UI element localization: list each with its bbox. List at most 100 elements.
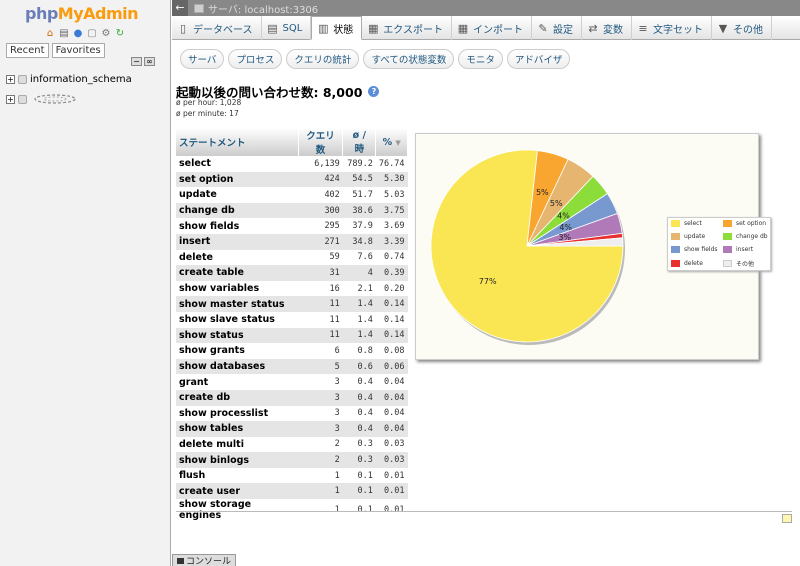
legend-swatch [723, 220, 732, 227]
expand-icon[interactable]: + [6, 94, 15, 104]
server-title[interactable]: サーバ: localhost:3306 [208, 1, 318, 16]
import-icon: ▦ [457, 21, 469, 35]
query-pie-chart: 77% 5% 5% 4% 4% 3% select set option update chan… [415, 133, 771, 360]
count-cell: 3 [298, 389, 343, 406]
tab-variables[interactable]: ⇄ 変数 [582, 16, 632, 40]
legend-item[interactable]: set option [723, 220, 775, 227]
status-icon: ▥ [318, 21, 329, 35]
tab-charsets[interactable]: ≡ 文字セット [632, 16, 712, 40]
count-cell: 1 [298, 483, 343, 500]
db-tree-item-loading[interactable]: + [6, 92, 80, 106]
legend-swatch [671, 220, 680, 227]
col-per-hour[interactable]: ø / 時 [342, 128, 377, 156]
nav-collapse-controls: − ∞ [131, 57, 155, 66]
percent-cell: 3.75 [375, 202, 408, 219]
per-hour-cell: 0.6 [342, 358, 376, 375]
table-row: show fields 295 37.9 3.69 [176, 218, 408, 234]
docs-icon[interactable]: ▢ [86, 28, 98, 40]
statement-cell: show slave status [179, 314, 275, 326]
submenu-advisor[interactable]: アドバイザ [506, 49, 571, 69]
legend-item[interactable]: delete [671, 259, 723, 268]
query-stats-table: ステートメント クエリ数 ø / 時 % ▼ select 6,139 789.2 7… [176, 128, 408, 521]
legend-item[interactable]: insert [723, 246, 775, 253]
count-cell: 6,139 [314, 158, 340, 169]
tab-more[interactable]: ▼ その他 [712, 16, 772, 40]
table-row: show grants 6 0.8 0.08 [176, 343, 408, 359]
server-icon [194, 3, 204, 13]
submenu-monitor[interactable]: モニタ [458, 49, 503, 69]
statement-cell: show grants [179, 345, 245, 357]
per-hour-cell: 38.6 [342, 202, 376, 219]
statement-cell: update [179, 189, 217, 201]
home-icon[interactable]: ⌂ [44, 28, 56, 40]
loading-spinner-icon [34, 94, 76, 104]
per-hour-cell: 0.3 [357, 439, 373, 450]
percent-cell: 5.30 [375, 171, 408, 188]
link-icon[interactable]: ∞ [144, 57, 155, 66]
per-hour-cell: 37.9 [352, 221, 373, 232]
table-row: show databases 5 0.6 0.06 [176, 358, 408, 375]
tab-sql[interactable]: ▤ SQL [262, 16, 312, 40]
help-icon[interactable]: ● [72, 28, 84, 40]
tab-import[interactable]: ▦ インポート [452, 16, 532, 40]
statement-cell: show variables [179, 283, 260, 295]
db-name[interactable]: information_schema [30, 74, 132, 85]
table-header-row: ステートメント クエリ数 ø / 時 % ▼ [176, 128, 408, 156]
tab-export[interactable]: ▦ エクスポート [362, 16, 452, 40]
logout-icon[interactable]: ▤ [58, 28, 70, 40]
table-row: flush 1 0.1 0.01 [176, 468, 408, 484]
tab-settings[interactable]: ✎ 設定 [532, 16, 582, 40]
submenu-all-status-variables[interactable]: すべての状態変数 [363, 49, 455, 69]
legend-item[interactable]: その他 [723, 259, 775, 268]
table-row: delete multi 2 0.3 0.03 [176, 437, 408, 453]
statement-cell: grant [179, 376, 209, 388]
expand-icon[interactable]: + [6, 75, 15, 84]
percent-cell: 0.06 [375, 358, 408, 375]
recent-tab[interactable]: Recent [6, 43, 49, 58]
col-statement[interactable]: ステートメント [176, 128, 299, 156]
col-percent[interactable]: % ▼ [375, 128, 408, 156]
submenu-processes[interactable]: プロセス [228, 49, 283, 69]
table-row: show master status 11 1.4 0.14 [176, 296, 408, 312]
db-tree-item[interactable]: + information_schema [6, 74, 132, 85]
per-hour-cell: 0.4 [342, 389, 376, 406]
legend-item[interactable]: update [671, 233, 723, 240]
submenu-server[interactable]: サーバ [180, 49, 225, 69]
submenu-query-stats[interactable]: クエリの統計 [286, 49, 360, 69]
slice-label: 5% [550, 199, 563, 208]
count-cell: 11 [329, 314, 340, 325]
legend-label: insert [736, 246, 754, 253]
tab-status[interactable]: ▥ 状態 [311, 16, 363, 40]
legend-item[interactable]: select [671, 220, 723, 227]
legend-item[interactable]: change db [723, 233, 775, 240]
percent-cell: 0.14 [375, 327, 408, 344]
notes-icon[interactable] [782, 514, 792, 523]
statement-cell: show fields [179, 220, 240, 232]
count-cell: 3 [334, 377, 340, 388]
back-arrow-icon[interactable]: ← [172, 0, 188, 16]
col-count[interactable]: クエリ数 [298, 128, 344, 156]
reload-icon[interactable]: ↻ [114, 28, 126, 40]
count-cell: 11 [298, 327, 343, 344]
percent-cell: 0.08 [384, 345, 405, 356]
count-cell: 59 [329, 252, 340, 263]
statement-cell: create user [176, 483, 299, 500]
gear-icon[interactable]: ⚙ [100, 28, 112, 40]
table-row: insert 271 34.8 3.39 [176, 233, 408, 250]
percent-cell: 3.39 [375, 233, 408, 250]
help-icon[interactable]: ? [368, 86, 380, 97]
legend-label: select [684, 220, 702, 227]
collapse-all-icon[interactable]: − [131, 57, 142, 66]
table-row: set option 424 54.5 5.30 [176, 171, 408, 188]
phpmyadmin-logo[interactable]: phpMyAdmin [25, 4, 139, 23]
table-row: create user 1 0.1 0.01 [176, 483, 408, 500]
count-cell: 5 [298, 358, 343, 375]
tab-databases[interactable]: ▯ データベース [172, 16, 262, 40]
console-toggle[interactable]: コンソール [172, 554, 237, 566]
table-row: show binlogs 2 0.3 0.03 [176, 452, 408, 468]
status-submenu: サーバ プロセス クエリの統計 すべての状態変数 モニタ アドバイザ [180, 49, 571, 69]
database-icon [18, 94, 27, 104]
percent-cell: 0.04 [384, 377, 405, 388]
favorites-tab[interactable]: Favorites [51, 43, 105, 58]
legend-item[interactable]: show fields [671, 246, 723, 253]
